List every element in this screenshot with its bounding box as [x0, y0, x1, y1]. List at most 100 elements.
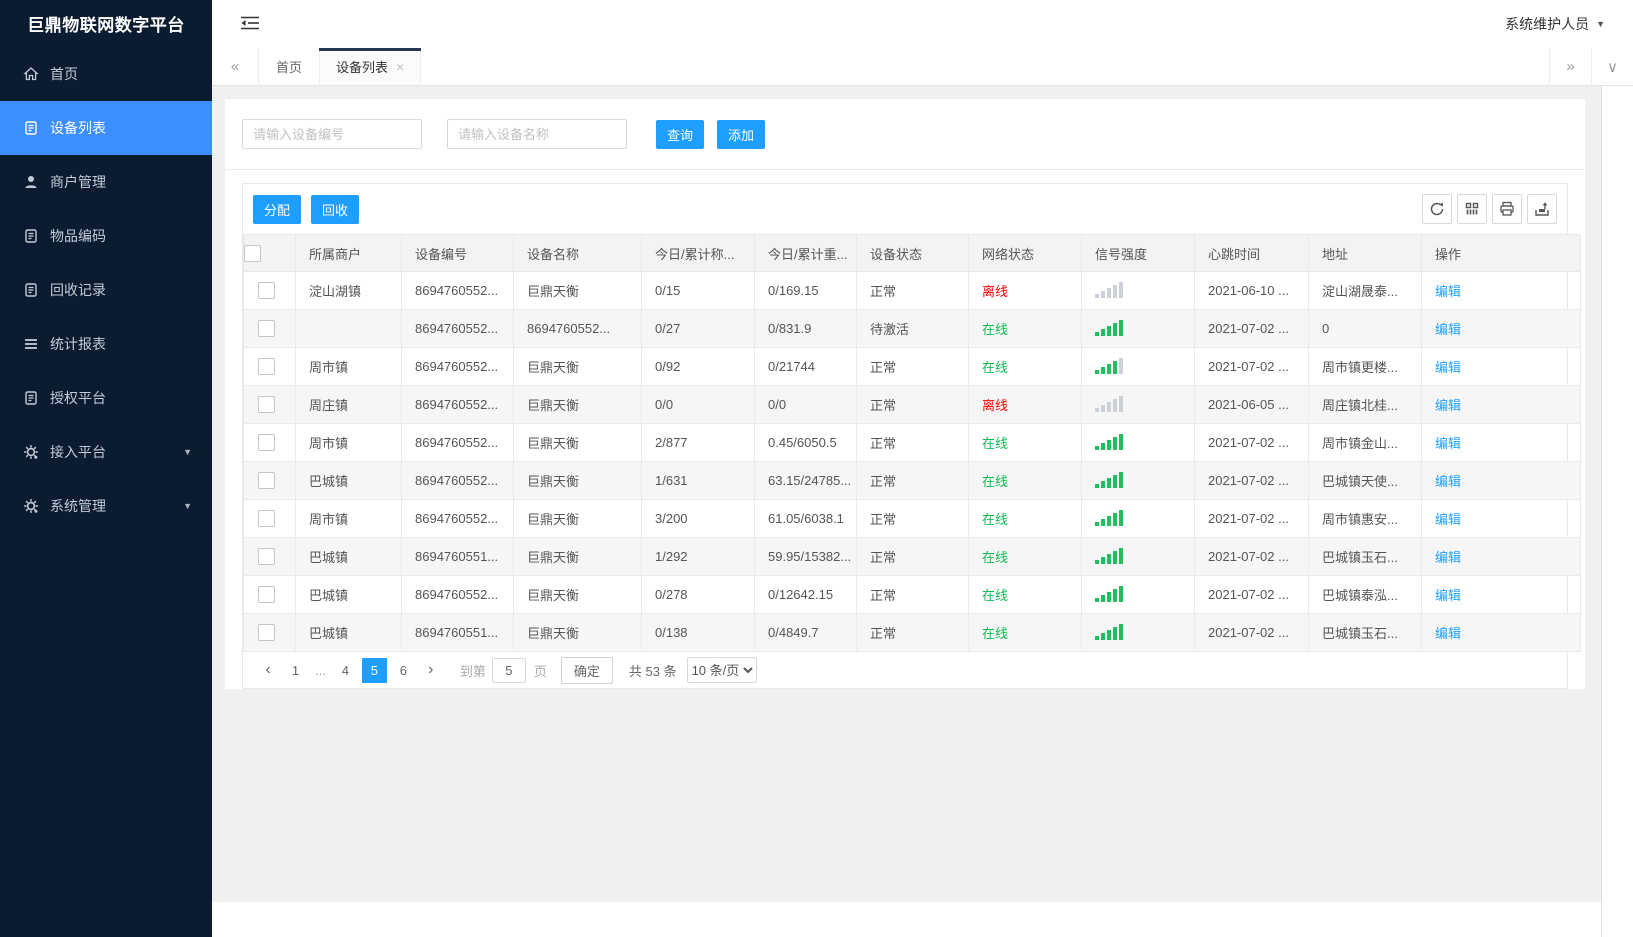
user-icon: [23, 174, 39, 190]
network-status-badge: 离线: [982, 284, 1009, 299]
signal-strength-indicator: [1095, 433, 1123, 450]
row-checkbox[interactable]: [258, 358, 275, 376]
cell-today-count: 0/27: [641, 309, 755, 348]
cell-device-name: 巨鼎天衡: [513, 499, 642, 538]
next-page-button[interactable]: ›: [418, 661, 444, 679]
sidebar-item-recycle-records[interactable]: 回收记录: [0, 263, 212, 317]
row-checkbox[interactable]: [258, 434, 275, 452]
select-all-checkbox[interactable]: [244, 244, 261, 262]
close-icon[interactable]: ×: [396, 59, 404, 75]
edit-link[interactable]: 编辑: [1435, 626, 1461, 641]
edit-link[interactable]: 编辑: [1435, 284, 1461, 299]
collapse-sidebar-button[interactable]: [241, 16, 259, 33]
page-button-6[interactable]: 6: [391, 658, 416, 683]
sidebar-item-merchant-management[interactable]: 商户管理: [0, 155, 212, 209]
assign-button[interactable]: 分配: [253, 194, 302, 224]
sidebar-item-authorization-platform[interactable]: 授权平台: [0, 371, 212, 425]
cell-merchant: 周市镇: [295, 423, 402, 462]
page-size-select[interactable]: 10 条/页: [686, 657, 757, 683]
page-button-4[interactable]: 4: [333, 658, 358, 683]
edit-link[interactable]: 编辑: [1435, 436, 1461, 451]
columns-icon: [1464, 201, 1480, 217]
cell-network-status: 离线: [968, 385, 1082, 424]
row-checkbox[interactable]: [258, 548, 275, 566]
row-checkbox[interactable]: [258, 396, 275, 414]
cell-actions: 编辑: [1421, 613, 1581, 652]
edit-link[interactable]: 编辑: [1435, 550, 1461, 565]
refresh-button[interactable]: [1422, 194, 1452, 224]
sidebar-item-access-platform[interactable]: 接入平台 ▼: [0, 425, 212, 479]
tab-device-list[interactable]: 设备列表 ×: [319, 48, 422, 85]
network-status-badge: 在线: [982, 588, 1009, 603]
sidebar-item-home[interactable]: 首页: [0, 47, 212, 101]
sidebar-item-label: 首页: [50, 66, 78, 82]
row-checkbox[interactable]: [258, 510, 275, 528]
cell-heartbeat: 2021-07-02 ...: [1194, 575, 1309, 614]
cell-address: 巴城镇玉石...: [1308, 537, 1422, 576]
cell-address: 巴城镇玉石...: [1308, 613, 1422, 652]
horizontal-scrollbar[interactable]: [212, 902, 1601, 937]
collapse-sidebar-icon: [241, 16, 259, 33]
sidebar-item-label: 物品编码: [50, 228, 106, 244]
cell-today-weight: 0/169.15: [754, 271, 857, 310]
sidebar-item-statistics-report[interactable]: 统计报表: [0, 317, 212, 371]
row-checkbox[interactable]: [258, 472, 275, 490]
tab-home[interactable]: 首页: [259, 48, 319, 85]
edit-link[interactable]: 编辑: [1435, 512, 1461, 527]
network-status-badge: 在线: [982, 360, 1009, 375]
sidebar-menu: 首页设备列表商户管理物品编码回收记录 统计报表 授权平台 接入平台 ▼ 系统管理 ▼: [0, 47, 212, 533]
edit-link[interactable]: 编辑: [1435, 360, 1461, 375]
tabs-back-button[interactable]: «: [212, 48, 259, 85]
app-title: 巨鼎物联网数字平台: [27, 16, 185, 35]
sidebar-item-system-management[interactable]: 系统管理 ▼: [0, 479, 212, 533]
cell-today-weight: 0/4849.7: [754, 613, 857, 652]
cell-signal: [1081, 347, 1195, 386]
chevron-down-icon: ▼: [183, 501, 192, 511]
edit-link[interactable]: 编辑: [1435, 322, 1461, 337]
sidebar-item-item-code[interactable]: 物品编码: [0, 209, 212, 263]
edit-link[interactable]: 编辑: [1435, 588, 1461, 603]
cell-device-no: 8694760552...: [401, 575, 514, 614]
export-button[interactable]: [1527, 194, 1557, 224]
signal-strength-indicator: [1095, 509, 1123, 526]
columns-button[interactable]: [1457, 194, 1487, 224]
edit-link[interactable]: 编辑: [1435, 474, 1461, 489]
goto-page-input[interactable]: [491, 657, 526, 683]
cell-heartbeat: 2021-07-02 ...: [1194, 309, 1309, 348]
table-toolbar: 分配 回收: [243, 184, 1567, 234]
vertical-scrollbar[interactable]: [1601, 86, 1633, 937]
row-checkbox[interactable]: [258, 586, 275, 604]
page-button-1[interactable]: 1: [283, 658, 308, 683]
row-checkbox[interactable]: [258, 320, 275, 338]
edit-link[interactable]: 编辑: [1435, 398, 1461, 413]
cell-device-no: 8694760552...: [401, 271, 514, 310]
confirm-button[interactable]: 确定: [560, 656, 613, 684]
sidebar-item-label: 设备列表: [50, 120, 106, 136]
query-button[interactable]: 查询: [656, 119, 705, 149]
cell-device-name: 巨鼎天衡: [513, 613, 642, 652]
cell-merchant: 巴城镇: [295, 613, 402, 652]
page-button-5[interactable]: 5: [361, 657, 387, 683]
chevron-down-icon: ▼: [1596, 19, 1605, 29]
recycle-button[interactable]: 回收: [311, 194, 360, 224]
add-button[interactable]: 添加: [717, 119, 766, 149]
signal-strength-indicator: [1095, 547, 1123, 564]
user-menu[interactable]: 系统维护人员 ▼: [1505, 14, 1617, 34]
column-header: 信号强度: [1081, 234, 1195, 272]
prev-page-button[interactable]: ‹: [255, 661, 281, 679]
tabs-forward-button[interactable]: »: [1549, 48, 1591, 85]
row-checkbox[interactable]: [258, 282, 275, 300]
cell-device-name: 8694760552...: [513, 309, 642, 348]
tab-label: 设备列表: [336, 60, 389, 75]
print-button[interactable]: [1492, 194, 1522, 224]
device-no-input[interactable]: [242, 119, 422, 149]
sidebar-item-device-list[interactable]: 设备列表: [0, 101, 212, 155]
cell-heartbeat: 2021-06-10 ...: [1194, 271, 1309, 310]
column-header: 设备状态: [856, 234, 969, 272]
cell-actions: 编辑: [1421, 537, 1581, 576]
device-name-input[interactable]: [447, 119, 627, 149]
cell-signal: [1081, 461, 1195, 500]
tabs-menu-button[interactable]: ∨: [1591, 48, 1633, 85]
row-checkbox[interactable]: [258, 624, 275, 642]
cell-heartbeat: 2021-07-02 ...: [1194, 347, 1309, 386]
